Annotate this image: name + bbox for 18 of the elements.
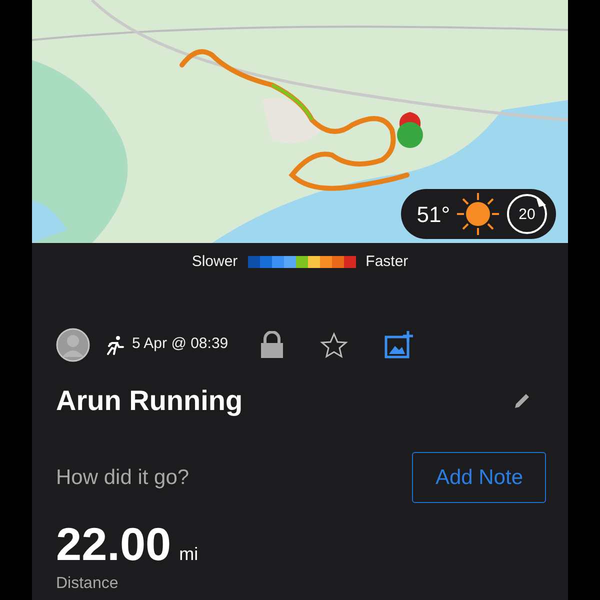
stat-value: 22.00 xyxy=(56,521,172,567)
legend-label: Slower xyxy=(192,252,238,272)
sun-icon xyxy=(456,192,500,236)
avatar-icon[interactable] xyxy=(56,328,90,362)
temperature: 51° xyxy=(416,200,450,228)
wind-dial-icon xyxy=(506,193,548,235)
wind-speed: 20 xyxy=(518,205,536,225)
add-photo-icon[interactable] xyxy=(384,330,414,358)
activity-title: Arun Running xyxy=(56,384,243,418)
star-icon[interactable] xyxy=(320,332,348,358)
legend-label: Faster xyxy=(366,252,408,272)
activity-date: 5 Apr @ 08:39 xyxy=(132,334,228,354)
stat-label: Distance xyxy=(56,574,120,594)
add-note-button[interactable]: Add Note xyxy=(412,452,546,503)
stat-unit: mi xyxy=(179,543,198,566)
note-prompt: How did it go? xyxy=(56,464,190,490)
lock-icon[interactable] xyxy=(260,330,284,358)
runner-icon xyxy=(106,334,124,354)
